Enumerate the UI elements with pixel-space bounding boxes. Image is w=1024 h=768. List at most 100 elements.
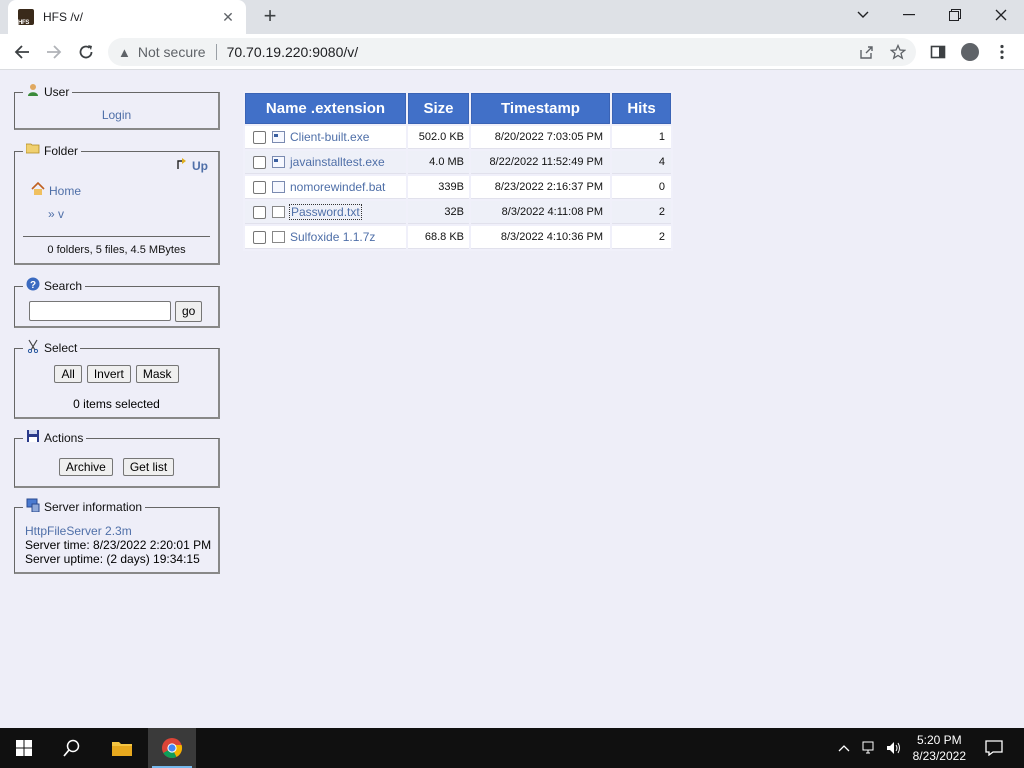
home-link-label[interactable]: Home xyxy=(49,184,81,198)
file-name-cell: Password.txt xyxy=(245,201,406,224)
folder-legend: Folder xyxy=(23,142,82,158)
taskbar-search-button[interactable] xyxy=(48,728,96,768)
minimize-button[interactable] xyxy=(886,0,932,30)
volume-icon[interactable] xyxy=(886,728,902,768)
svg-text:?: ? xyxy=(30,280,36,291)
table-row: javainstalltest.exe 4.0 MB 8/22/2022 11:… xyxy=(245,151,671,174)
invert-selection-button[interactable]: Invert xyxy=(86,365,131,383)
server-uptime: Server uptime: (2 days) 19:34:15 xyxy=(25,552,200,566)
file-name-cell: Client-built.exe xyxy=(245,126,406,149)
file-hits: 1 xyxy=(612,126,671,149)
close-window-button[interactable] xyxy=(978,0,1024,30)
clock-date: 8/23/2022 xyxy=(912,749,966,763)
file-hits: 0 xyxy=(612,176,671,199)
user-legend-label: User xyxy=(44,85,70,99)
forward-button[interactable] xyxy=(42,40,66,64)
hfs-version-link[interactable]: HttpFileServer 2.3m xyxy=(25,524,211,538)
col-size-header[interactable]: Size xyxy=(408,93,469,124)
file-timestamp: 8/22/2022 11:52:49 PM xyxy=(471,151,610,174)
save-disk-icon xyxy=(26,429,40,443)
network-icon[interactable] xyxy=(862,728,878,768)
table-row: Client-built.exe 502.0 KB 8/20/2022 7:03… xyxy=(245,126,671,149)
row-checkbox[interactable] xyxy=(253,230,266,244)
bookmark-star-icon[interactable] xyxy=(886,40,910,64)
profile-avatar-icon[interactable] xyxy=(958,40,982,64)
row-checkbox[interactable] xyxy=(253,130,266,144)
file-name-cell: javainstalltest.exe xyxy=(245,151,406,174)
file-link[interactable]: Sulfoxide 1.1.7z xyxy=(290,230,375,244)
server-time: Server time: 8/23/2022 2:20:01 PM xyxy=(25,538,212,552)
file-hits: 2 xyxy=(612,201,671,224)
user-panel: User Login xyxy=(14,83,220,130)
file-explorer-button[interactable] xyxy=(98,728,146,768)
server-computer-icon xyxy=(26,498,40,513)
file-link[interactable]: Client-built.exe xyxy=(290,130,369,144)
file-list-table: Name .extension Size Timestamp Hits Clie… xyxy=(243,91,673,251)
txt-icon xyxy=(272,206,285,218)
login-link[interactable]: Login xyxy=(102,108,131,122)
actions-panel: Actions Archive Get list xyxy=(14,429,220,488)
folder-icon xyxy=(25,142,40,156)
clock-time: 5:20 PM xyxy=(916,733,962,747)
row-checkbox[interactable] xyxy=(253,205,266,219)
home-link[interactable]: Home xyxy=(31,181,81,199)
restore-button[interactable] xyxy=(932,0,978,30)
folder-panel: Folder Up Home » v 0 folders, 5 files, 4… xyxy=(14,142,220,265)
col-name-header[interactable]: Name .extension xyxy=(245,93,406,124)
tray-overflow-icon[interactable] xyxy=(838,728,850,768)
col-timestamp-header[interactable]: Timestamp xyxy=(471,93,610,124)
menu-kebab-icon[interactable] xyxy=(990,40,1014,64)
side-panel-icon[interactable] xyxy=(926,40,950,64)
chrome-taskbar-button[interactable] xyxy=(148,728,196,768)
exe-icon xyxy=(272,156,285,168)
row-checkbox[interactable] xyxy=(253,180,266,194)
table-row: Password.txt 32B 8/3/2022 4:11:08 PM 2 xyxy=(245,201,671,224)
share-icon[interactable] xyxy=(854,40,878,64)
address-divider xyxy=(215,44,217,60)
file-link[interactable]: Password.txt xyxy=(289,204,362,220)
file-name-cell: Sulfoxide 1.1.7z xyxy=(245,226,406,249)
tab-close-icon[interactable]: ✕ xyxy=(220,9,236,26)
file-icon xyxy=(272,231,285,243)
up-link-label[interactable]: Up xyxy=(192,159,208,173)
up-link[interactable]: Up xyxy=(175,156,208,173)
notification-center-button[interactable] xyxy=(970,728,1018,768)
windows-logo-icon xyxy=(16,740,32,756)
select-legend-label: Select xyxy=(44,341,78,355)
file-hits: 4 xyxy=(612,151,671,174)
taskbar-clock[interactable]: 5:20 PM 8/23/2022 xyxy=(913,732,966,764)
start-button[interactable] xyxy=(0,728,48,768)
file-name-cell: nomorewindef.bat xyxy=(245,176,406,199)
scissors-icon xyxy=(26,339,40,354)
actions-legend-label: Actions xyxy=(44,431,84,445)
exe-icon xyxy=(272,131,285,143)
file-size: 339B xyxy=(408,176,469,199)
search-legend: ? Search xyxy=(23,277,86,293)
current-folder-link[interactable]: » v xyxy=(48,207,64,221)
browser-tab[interactable]: HFS /v/ ✕ xyxy=(8,0,246,34)
reload-button[interactable] xyxy=(74,40,98,64)
new-tab-button[interactable]: + xyxy=(258,4,282,28)
col-hits-header[interactable]: Hits xyxy=(612,93,671,124)
tab-search-chevron-icon[interactable] xyxy=(840,0,886,30)
windows-taskbar: 5:20 PM 8/23/2022 xyxy=(0,728,1024,768)
address-bar[interactable]: ▲ Not secure 70.70.19.220:9080/v/ xyxy=(108,38,916,66)
select-panel: Select All Invert Mask 0 items selected xyxy=(14,339,220,419)
warning-triangle-icon[interactable]: ▲ xyxy=(118,45,131,60)
search-panel: ? Search go xyxy=(14,277,220,328)
search-go-button[interactable]: go xyxy=(175,301,203,322)
search-legend-label: Search xyxy=(44,279,83,293)
file-link[interactable]: nomorewindef.bat xyxy=(290,180,385,194)
row-checkbox[interactable] xyxy=(253,155,266,169)
search-input[interactable] xyxy=(29,301,171,321)
file-size: 4.0 MB xyxy=(408,151,469,174)
back-button[interactable] xyxy=(10,40,34,64)
mask-button[interactable]: Mask xyxy=(135,365,179,383)
file-link[interactable]: javainstalltest.exe xyxy=(290,155,385,169)
get-list-button[interactable]: Get list xyxy=(122,458,175,476)
archive-button[interactable]: Archive xyxy=(58,458,113,476)
not-secure-label[interactable]: Not secure xyxy=(138,44,206,60)
table-header-row: Name .extension Size Timestamp Hits xyxy=(245,93,671,124)
select-all-button[interactable]: All xyxy=(54,365,82,383)
url-text[interactable]: 70.70.19.220:9080/v/ xyxy=(227,44,359,60)
